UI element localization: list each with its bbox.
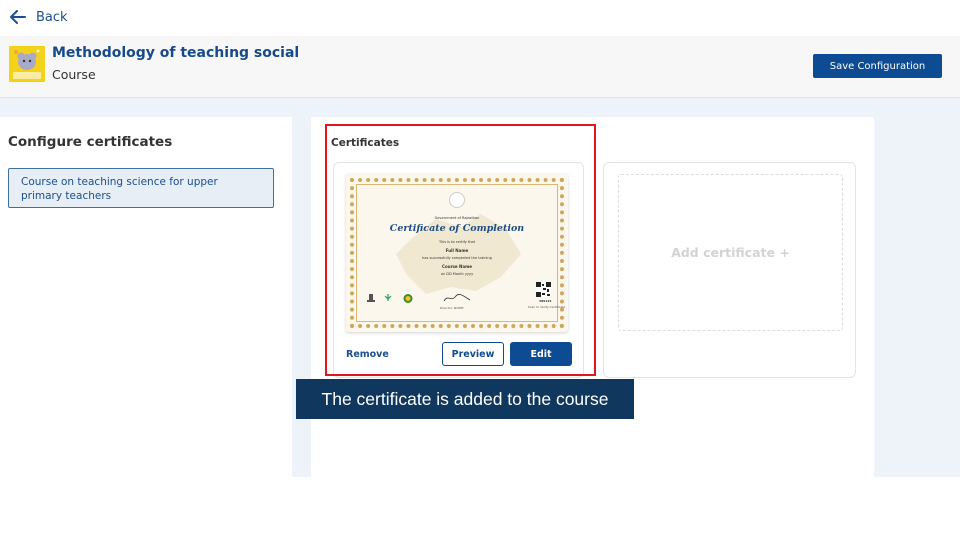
certificates-panel: Certificates Government of Rajasthan Cer… — [311, 117, 874, 477]
save-configuration-button[interactable]: Save Configuration — [813, 54, 942, 78]
certificate-gov-text: Government of Rajasthan — [434, 216, 480, 220]
arrow-left-icon — [10, 10, 26, 24]
state-emblem-icon — [449, 192, 465, 208]
selected-course-item[interactable]: Course on teaching science for upper pri… — [8, 168, 274, 208]
add-certificate-label: Add certificate + — [671, 245, 790, 260]
back-link[interactable]: Back — [10, 8, 68, 26]
certificate-certify-text: This is to certify that — [438, 240, 476, 244]
certificate-card: Government of Rajasthan Certificate of C… — [333, 162, 584, 378]
certificate-signatory: Director, NCERT — [440, 306, 464, 310]
certificate-date: on DD Month yyyy — [440, 272, 474, 276]
course-header: Methodology of teaching social Course Sa… — [0, 36, 960, 98]
certificates-heading: Certificates — [331, 137, 400, 149]
annotation-caption: The certificate is added to the course — [296, 379, 634, 419]
course-type: Course — [52, 67, 96, 82]
signature-image — [443, 294, 471, 302]
qr-code-icon — [536, 282, 551, 297]
certificate-heading: Certificate of Completion — [389, 223, 525, 234]
back-label: Back — [36, 9, 68, 25]
configure-sidebar: Configure certificates Course on teachin… — [0, 117, 292, 477]
ashoka-emblem-icon — [367, 294, 375, 302]
certificate-qr-code: 489123 — [539, 299, 552, 303]
remove-certificate-link[interactable]: Remove — [346, 349, 389, 360]
course-thumbnail — [9, 46, 45, 82]
preview-certificate-button[interactable]: Preview — [442, 342, 504, 366]
ncert-logo-icon — [403, 294, 413, 303]
certificate-course-name: Course Name — [442, 264, 472, 269]
add-certificate-dropzone[interactable]: Add certificate + — [618, 174, 843, 331]
edit-certificate-button[interactable]: Edit — [510, 342, 572, 366]
course-title: Methodology of teaching social — [52, 45, 300, 61]
add-certificate-card: Add certificate + — [603, 162, 856, 378]
certificate-qr-label: Scan to Verify Certificate — [528, 305, 566, 309]
sidebar-title: Configure certificates — [8, 134, 173, 150]
certificate-full-name: Full Name — [445, 248, 469, 253]
diksha-logo-icon — [384, 294, 392, 301]
certificate-completed-text: has successfully completed the training — [422, 256, 492, 260]
certificate-thumbnail: Government of Rajasthan Certificate of C… — [346, 174, 568, 332]
